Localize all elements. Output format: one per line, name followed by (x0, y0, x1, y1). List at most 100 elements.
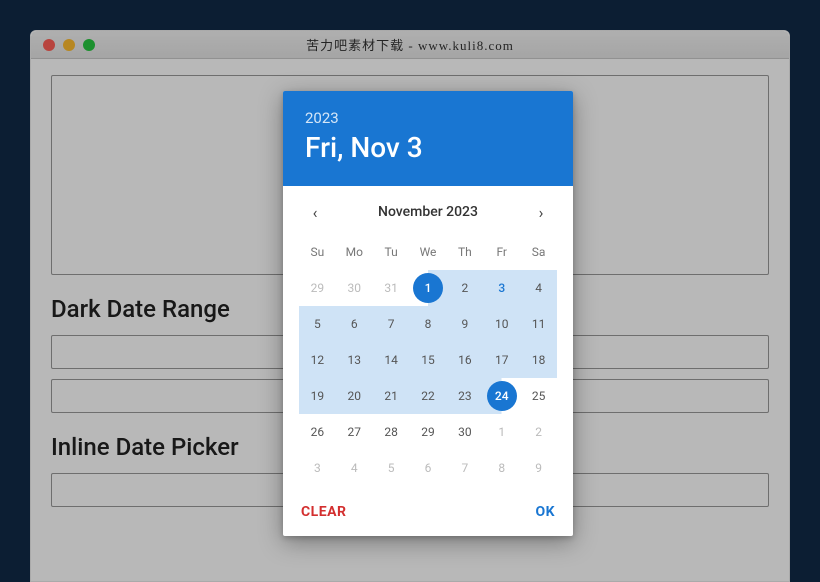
datepicker-dow: We (410, 234, 447, 270)
datepicker-week-row: 19 20 21 22 23 24 25 (299, 378, 557, 414)
datepicker-day[interactable]: 5 (299, 306, 336, 342)
datepicker-year[interactable]: 2023 (305, 109, 551, 127)
datepicker-popup: 2023 Fri, Nov 3 ‹ November 2023 › SuMoTu… (283, 91, 573, 536)
next-month-button[interactable]: › (529, 200, 553, 224)
datepicker-day[interactable]: 10 (483, 306, 520, 342)
datepicker-day-number: 24 (495, 389, 509, 403)
datepicker-day[interactable]: 6 (410, 450, 447, 486)
datepicker-day[interactable]: 8 (410, 306, 447, 342)
datepicker-day-number: 9 (535, 461, 542, 475)
datepicker-day[interactable]: 22 (410, 378, 447, 414)
datepicker-day[interactable]: 27 (336, 414, 373, 450)
datepicker-day[interactable]: 5 (373, 450, 410, 486)
datepicker-day[interactable]: 8 (483, 450, 520, 486)
datepicker-day[interactable]: 23 (446, 378, 483, 414)
datepicker-day-number: 4 (351, 461, 358, 475)
datepicker-grid: SuMoTuWeThFrSa 2930311234567891011121314… (283, 232, 573, 494)
datepicker-day[interactable]: 13 (336, 342, 373, 378)
datepicker-day-number: 21 (384, 389, 398, 403)
datepicker-day-number: 11 (532, 317, 546, 331)
datepicker-day[interactable]: 3 (483, 270, 520, 306)
datepicker-day[interactable]: 9 (520, 450, 557, 486)
datepicker-day[interactable]: 9 (446, 306, 483, 342)
datepicker-day-number: 1 (498, 425, 505, 439)
datepicker-day-number: 15 (421, 353, 435, 367)
datepicker-day[interactable]: 11 (520, 306, 557, 342)
datepicker-day-number: 25 (532, 389, 546, 403)
datepicker-day[interactable]: 30 (336, 270, 373, 306)
datepicker-day-number: 8 (498, 461, 505, 475)
datepicker-day[interactable]: 2 (446, 270, 483, 306)
datepicker-day[interactable]: 30 (446, 414, 483, 450)
datepicker-day[interactable]: 25 (520, 378, 557, 414)
datepicker-day-number: 6 (425, 461, 432, 475)
datepicker-day-number: 4 (535, 281, 542, 295)
datepicker-day-number: 3 (498, 281, 505, 295)
datepicker-day-number: 23 (458, 389, 472, 403)
datepicker-actions: CLEAR OK (283, 494, 573, 536)
datepicker-day-number: 30 (348, 281, 362, 295)
datepicker-day-number: 22 (421, 389, 435, 403)
datepicker-day-number: 19 (311, 389, 325, 403)
datepicker-day-number: 20 (348, 389, 362, 403)
datepicker-day[interactable]: 31 (373, 270, 410, 306)
clear-button[interactable]: CLEAR (301, 504, 346, 520)
datepicker-week-row: 3 4 5 6 7 8 9 (299, 450, 557, 486)
datepicker-day[interactable]: 7 (446, 450, 483, 486)
datepicker-day[interactable]: 1 (410, 270, 447, 306)
prev-month-button[interactable]: ‹ (303, 200, 327, 224)
datepicker-month-label[interactable]: November 2023 (378, 204, 478, 220)
datepicker-dow-row: SuMoTuWeThFrSa (299, 234, 557, 270)
datepicker-dow: Mo (336, 234, 373, 270)
datepicker-day[interactable]: 16 (446, 342, 483, 378)
datepicker-day-number: 13 (348, 353, 362, 367)
datepicker-day[interactable]: 19 (299, 378, 336, 414)
datepicker-day[interactable]: 7 (373, 306, 410, 342)
datepicker-day[interactable]: 17 (483, 342, 520, 378)
datepicker-day[interactable]: 26 (299, 414, 336, 450)
datepicker-dow: Fr (483, 234, 520, 270)
datepicker-day-number: 14 (384, 353, 398, 367)
datepicker-day[interactable]: 4 (336, 450, 373, 486)
datepicker-day[interactable]: 21 (373, 378, 410, 414)
chevron-left-icon: ‹ (313, 203, 318, 222)
datepicker-day-number: 6 (351, 317, 358, 331)
datepicker-header: 2023 Fri, Nov 3 (283, 91, 573, 186)
datepicker-dow: Th (446, 234, 483, 270)
datepicker-day[interactable]: 29 (410, 414, 447, 450)
app-window: 苦力吧素材下载 - www.kuli8.com Dark Date Range … (30, 30, 790, 582)
datepicker-day-number: 28 (384, 425, 398, 439)
datepicker-day[interactable]: 12 (299, 342, 336, 378)
datepicker-day[interactable]: 28 (373, 414, 410, 450)
datepicker-selected-date[interactable]: Fri, Nov 3 (305, 131, 551, 164)
datepicker-day[interactable]: 15 (410, 342, 447, 378)
datepicker-week-row: 5 6 7 8 9 10 11 (299, 306, 557, 342)
datepicker-day-number: 29 (421, 425, 435, 439)
datepicker-day-number: 29 (311, 281, 325, 295)
datepicker-day-number: 18 (532, 353, 546, 367)
datepicker-dow: Sa (520, 234, 557, 270)
datepicker-day[interactable]: 14 (373, 342, 410, 378)
datepicker-nav: ‹ November 2023 › (283, 186, 573, 232)
datepicker-day[interactable]: 3 (299, 450, 336, 486)
datepicker-day-number: 3 (314, 461, 321, 475)
datepicker-week-row: 29 30 31 12 3 4 (299, 270, 557, 306)
chevron-right-icon: › (539, 203, 544, 222)
datepicker-day-number: 9 (461, 317, 468, 331)
datepicker-day[interactable]: 20 (336, 378, 373, 414)
datepicker-dow: Tu (373, 234, 410, 270)
datepicker-day[interactable]: 4 (520, 270, 557, 306)
datepicker-day-number: 7 (461, 461, 468, 475)
datepicker-day-number: 8 (425, 317, 432, 331)
datepicker-day[interactable]: 24 (483, 378, 520, 414)
datepicker-day[interactable]: 1 (483, 414, 520, 450)
datepicker-day[interactable]: 18 (520, 342, 557, 378)
datepicker-day[interactable]: 6 (336, 306, 373, 342)
datepicker-day-number: 27 (348, 425, 362, 439)
datepicker-day[interactable]: 2 (520, 414, 557, 450)
datepicker-day[interactable]: 29 (299, 270, 336, 306)
ok-button[interactable]: OK (535, 504, 555, 520)
datepicker-day-number: 7 (388, 317, 395, 331)
datepicker-day-number: 31 (384, 281, 398, 295)
datepicker-day-number: 16 (458, 353, 472, 367)
